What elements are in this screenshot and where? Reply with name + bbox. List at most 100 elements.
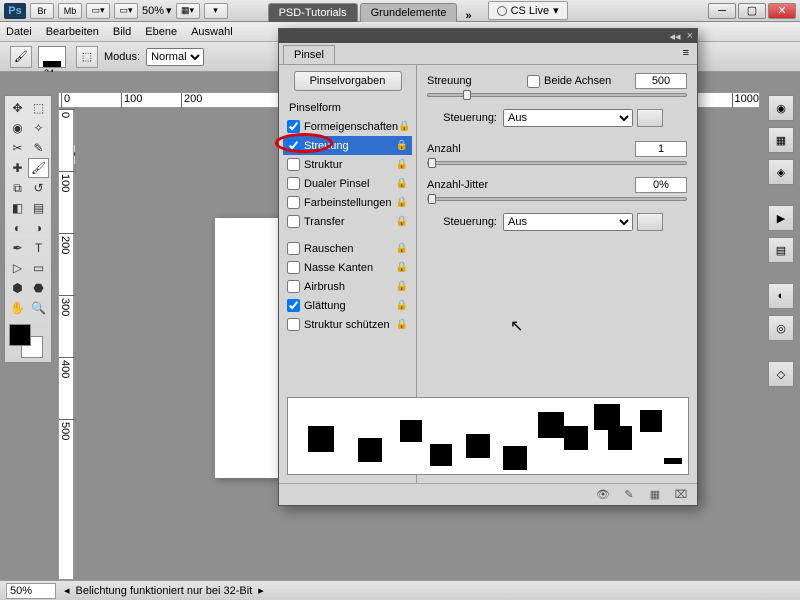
brush-tool-icon[interactable]: 🖌	[10, 46, 32, 68]
lock-icon[interactable]: 🔒	[396, 319, 408, 330]
3d-tool[interactable]: ⬢	[7, 278, 28, 298]
lock-icon[interactable]: 🔒	[396, 216, 408, 227]
brush-option-rauschen[interactable]: Rauschen🔒	[283, 239, 412, 258]
beide-achsen-checkbox[interactable]	[527, 75, 540, 88]
brush-option-checkbox[interactable]	[287, 242, 300, 255]
color-panel-icon[interactable]: ◉	[768, 95, 794, 121]
anzahl-slider[interactable]	[427, 161, 687, 165]
hand-tool[interactable]: ✋	[7, 298, 28, 318]
eyedropper-tool[interactable]: ✎	[28, 138, 49, 158]
brush-option-checkbox[interactable]	[287, 280, 300, 293]
lock-icon[interactable]: ✎	[619, 487, 639, 503]
brush-option-transfer[interactable]: Transfer🔒	[283, 212, 412, 231]
tab-psd-tutorials[interactable]: PSD-Tutorials	[268, 3, 358, 22]
blur-tool[interactable]: ◐	[7, 218, 28, 238]
marquee-tool[interactable]: ⬚	[28, 98, 49, 118]
pinsel-tab[interactable]: Pinsel	[283, 45, 335, 64]
brush-option-formeigenschaften[interactable]: Formeigenschaften🔒	[283, 117, 412, 136]
brush-option-checkbox[interactable]	[287, 299, 300, 312]
move-tool[interactable]: ✥	[7, 98, 28, 118]
paths-panel-icon[interactable]: ◇	[768, 361, 794, 387]
anzahl-value[interactable]: 1	[635, 141, 687, 157]
crop-tool[interactable]: ✂	[7, 138, 28, 158]
gradient-tool[interactable]: ▤	[28, 198, 49, 218]
pinselvorgaben-button[interactable]: Pinselvorgaben	[294, 71, 402, 91]
type-tool[interactable]: T	[28, 238, 49, 258]
streuung-slider[interactable]	[427, 93, 687, 97]
panel-close-icon[interactable]: ×	[687, 30, 693, 42]
minimize-button[interactable]: ─	[708, 3, 736, 19]
blend-mode-select[interactable]: Normal	[146, 48, 204, 66]
3d-cam-tool[interactable]: ⬣	[28, 278, 49, 298]
lock-icon[interactable]: 🔒	[396, 178, 408, 189]
cs-live-button[interactable]: CS Live ▾	[488, 1, 568, 20]
history-brush-tool[interactable]: ↺	[28, 178, 49, 198]
status-nav-left[interactable]: ◂	[64, 584, 70, 597]
menu-bild[interactable]: Bild	[113, 26, 131, 38]
jitter-slider[interactable]	[427, 197, 687, 201]
panel-menu-icon[interactable]: ≡	[683, 47, 689, 59]
arrange-button[interactable]: ▭▾	[86, 3, 110, 19]
bridge-button[interactable]: Br	[30, 3, 54, 19]
brush-option-struktur[interactable]: Struktur🔒	[283, 155, 412, 174]
streuung-value[interactable]: 500	[635, 73, 687, 89]
menu-bearbeiten[interactable]: Bearbeiten	[46, 26, 99, 38]
swatches-panel-icon[interactable]: ▦	[768, 127, 794, 153]
brush-option-checkbox[interactable]	[287, 215, 300, 228]
tabs-more[interactable]: »	[459, 10, 477, 22]
view-extras-button[interactable]: ▦▾	[176, 3, 200, 19]
brush-option-nasse-kanten[interactable]: Nasse Kanten🔒	[283, 258, 412, 277]
zoom-tool[interactable]: 🔍	[28, 298, 49, 318]
toggle-preview-icon[interactable]: 👁	[593, 487, 613, 503]
stamp-tool[interactable]: ⧉	[7, 178, 28, 198]
masks-panel-icon[interactable]: ▤	[768, 237, 794, 263]
brush-option-checkbox[interactable]	[287, 158, 300, 171]
brush-option-struktur-schützen[interactable]: Struktur schützen🔒	[283, 315, 412, 334]
menu-auswahl[interactable]: Auswahl	[191, 26, 233, 38]
shape-tool[interactable]: ▭	[28, 258, 49, 278]
styles-panel-icon[interactable]: ◈	[768, 159, 794, 185]
anzahl-jitter-value[interactable]: 0%	[635, 177, 687, 193]
view-button[interactable]: ▾	[204, 3, 228, 19]
lock-icon[interactable]: 🔒	[398, 121, 410, 132]
steuerung2-btn[interactable]	[637, 213, 663, 231]
path-tool[interactable]: ▷	[7, 258, 28, 278]
trash-icon[interactable]: ⌧	[671, 487, 691, 503]
wand-tool[interactable]: ✧	[28, 118, 49, 138]
brush-option-checkbox[interactable]	[287, 120, 300, 133]
lock-icon[interactable]: 🔒	[396, 281, 408, 292]
menu-ebene[interactable]: Ebene	[145, 26, 177, 38]
dodge-tool[interactable]: ◑	[28, 218, 49, 238]
brush-option-farbeinstellungen[interactable]: Farbeinstellungen🔒	[283, 193, 412, 212]
lock-icon[interactable]: 🔒	[396, 300, 408, 311]
status-nav-right[interactable]: ▸	[258, 584, 264, 597]
tab-grundelemente[interactable]: Grundelemente	[360, 3, 458, 22]
brush-option-checkbox[interactable]	[287, 318, 300, 331]
brush-preset-picker[interactable]	[38, 46, 66, 68]
fg-color[interactable]	[9, 324, 31, 346]
screen-mode-button[interactable]: ▭▾	[114, 3, 138, 19]
menu-datei[interactable]: Datei	[6, 26, 32, 38]
brush-option-checkbox[interactable]	[287, 196, 300, 209]
brush-option-checkbox[interactable]	[287, 177, 300, 190]
lock-icon[interactable]: 🔒	[396, 140, 408, 151]
close-button[interactable]: ✕	[768, 3, 796, 19]
brush-panel-toggle[interactable]: ⬚	[76, 46, 98, 68]
lock-icon[interactable]: 🔒	[396, 243, 408, 254]
layers-panel-icon[interactable]: ◐	[768, 283, 794, 309]
color-swatches[interactable]	[7, 322, 49, 360]
maximize-button[interactable]: ▢	[738, 3, 766, 19]
lock-icon[interactable]: 🔒	[396, 159, 408, 170]
channels-panel-icon[interactable]: ◎	[768, 315, 794, 341]
lock-icon[interactable]: 🔒	[396, 262, 408, 273]
brush-tool[interactable]: 🖌	[28, 158, 49, 178]
brush-option-dualer-pinsel[interactable]: Dualer Pinsel🔒	[283, 174, 412, 193]
lasso-tool[interactable]: ◉	[7, 118, 28, 138]
eraser-tool[interactable]: ◧	[7, 198, 28, 218]
brush-option-checkbox[interactable]	[287, 139, 300, 152]
mb-button[interactable]: Mb	[58, 3, 82, 19]
panel-collapse-icon[interactable]: ◂◂	[670, 30, 681, 43]
steuerung2-select[interactable]: Aus	[503, 213, 633, 231]
zoom-level[interactable]: 50%	[142, 5, 164, 17]
status-zoom[interactable]: 50%	[6, 583, 56, 599]
